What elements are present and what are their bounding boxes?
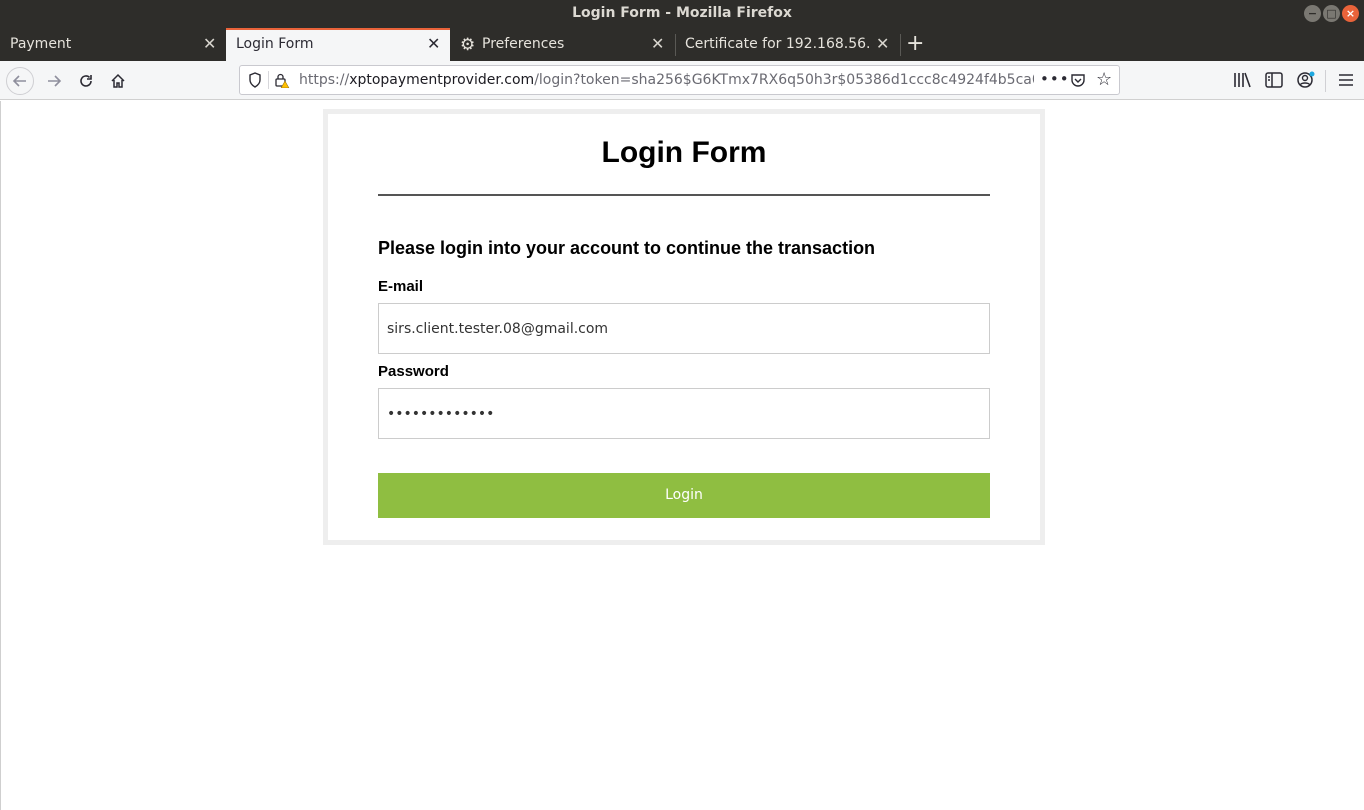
url-text[interactable]: https://xptopaymentprovider.com/login?to… xyxy=(299,72,1034,88)
tab-label: Certificate for 192.168.56.10 xyxy=(685,36,871,52)
forward-button[interactable] xyxy=(40,67,68,95)
lock-warning-icon[interactable] xyxy=(274,72,290,88)
tab-login-form[interactable]: Login Form ✕ xyxy=(226,28,450,61)
form-title: Login Form xyxy=(601,136,767,169)
home-button[interactable] xyxy=(104,67,132,95)
login-button[interactable]: Login xyxy=(378,473,990,518)
close-tab-icon[interactable]: ✕ xyxy=(203,36,216,52)
pocket-icon[interactable] xyxy=(1070,72,1086,88)
account-icon[interactable] xyxy=(1296,70,1316,90)
tab-strip: Payment ✕ Login Form ✕ ⚙ Preferences ✕ C… xyxy=(0,28,1364,61)
toolbar-separator xyxy=(1325,70,1326,92)
tab-separator xyxy=(900,34,901,56)
close-tab-icon[interactable]: ✕ xyxy=(876,36,889,52)
email-field[interactable] xyxy=(378,303,990,354)
nav-bar: https://xptopaymentprovider.com/login?to… xyxy=(0,61,1364,100)
close-tab-icon[interactable]: ✕ xyxy=(427,36,440,52)
urlbar-divider xyxy=(268,71,269,89)
tab-label: Preferences xyxy=(482,36,565,52)
bookmark-star-icon[interactable]: ☆ xyxy=(1096,69,1112,90)
login-form-card: Login Form Please login into your accoun… xyxy=(323,109,1045,545)
reload-button[interactable] xyxy=(72,67,100,95)
home-icon xyxy=(111,73,125,88)
window-title: Login Form - Mozilla Firefox xyxy=(572,5,792,21)
hamburger-menu-icon[interactable] xyxy=(1336,70,1356,90)
tab-label: Login Form xyxy=(236,36,314,52)
window-titlebar: Login Form - Mozilla Firefox − □ × xyxy=(0,0,1364,28)
sidebar-icon[interactable] xyxy=(1264,70,1284,90)
tab-label: Payment xyxy=(10,36,72,52)
tab-preferences[interactable]: ⚙ Preferences ✕ xyxy=(450,28,675,61)
tab-payment[interactable]: Payment ✕ xyxy=(0,28,226,61)
url-path: /login?token=sha256$G6KTmx7RX6q50h3r$053… xyxy=(534,72,1034,88)
close-tab-icon[interactable]: ✕ xyxy=(651,36,664,52)
form-subtitle: Please login into your account to contin… xyxy=(378,238,876,258)
close-window-button[interactable]: × xyxy=(1342,5,1359,22)
page-content: Login Form Please login into your accoun… xyxy=(0,101,1364,810)
tab-certificate[interactable]: Certificate for 192.168.56.10 ✕ xyxy=(675,28,900,61)
gear-icon: ⚙ xyxy=(460,35,476,55)
minimize-button[interactable]: − xyxy=(1304,5,1321,22)
email-label: E-mail xyxy=(378,278,424,295)
library-icon[interactable] xyxy=(1232,70,1252,90)
password-label: Password xyxy=(378,363,449,380)
maximize-button[interactable]: □ xyxy=(1323,5,1340,22)
url-prefix: https:// xyxy=(299,72,350,88)
new-tab-button[interactable]: + xyxy=(906,31,924,56)
url-bar[interactable]: https://xptopaymentprovider.com/login?to… xyxy=(239,65,1120,95)
url-host: xptopaymentprovider.com xyxy=(349,72,535,88)
forward-arrow-icon xyxy=(48,75,62,87)
back-arrow-icon xyxy=(12,75,26,87)
title-divider xyxy=(378,194,990,196)
tracking-protection-shield-icon[interactable] xyxy=(248,72,262,88)
reload-icon xyxy=(80,75,92,87)
password-field[interactable] xyxy=(378,388,990,439)
page-actions-button[interactable]: ••• xyxy=(1040,70,1070,88)
back-button[interactable] xyxy=(6,67,34,95)
